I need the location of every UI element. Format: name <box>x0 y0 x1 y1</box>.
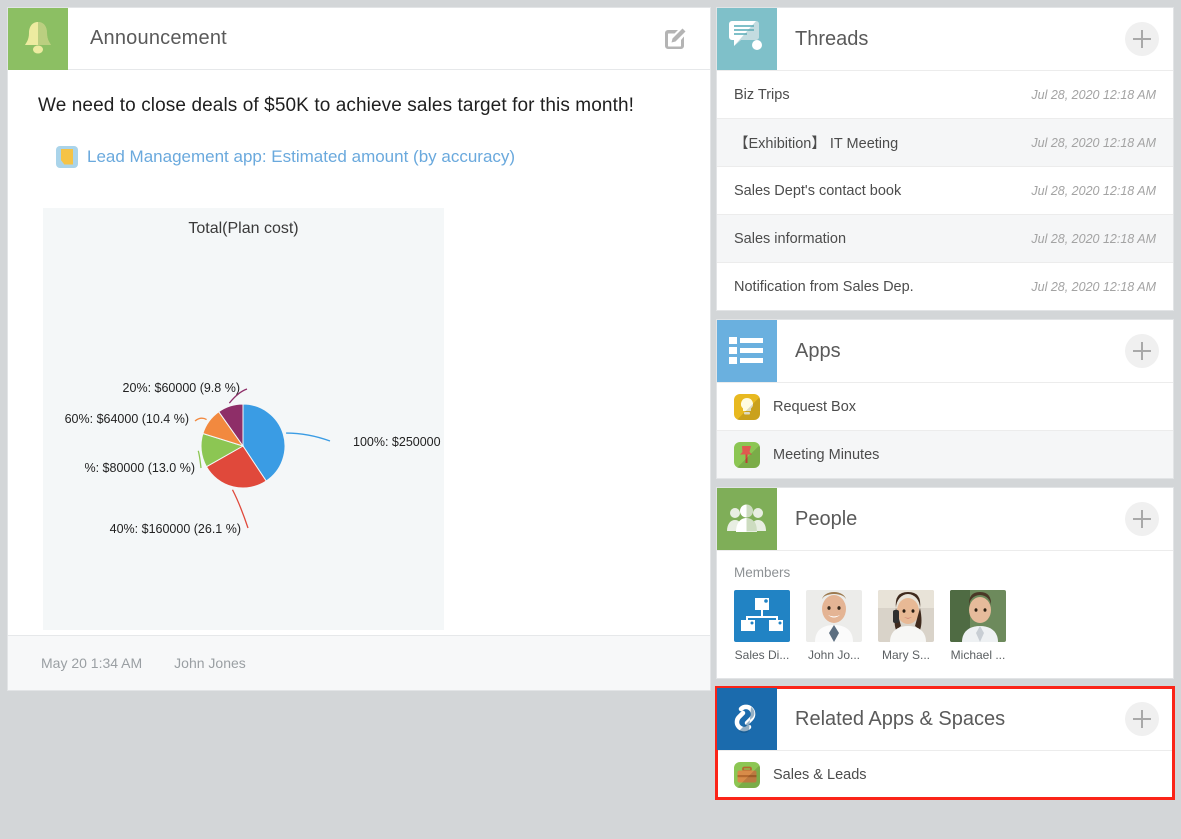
app-label: Meeting Minutes <box>773 446 880 463</box>
related-app-label: Sales & Leads <box>773 766 867 783</box>
app-row[interactable]: Meeting Minutes <box>717 430 1173 478</box>
document-icon <box>56 145 78 168</box>
announcement-message: We need to close deals of $50K to achiev… <box>38 95 634 116</box>
lightbulb-icon <box>734 393 760 420</box>
member-item[interactable]: John Jo... <box>806 590 862 662</box>
thread-label: Notification from Sales Dep. <box>734 278 914 295</box>
member-name: Sales Di... <box>734 648 790 662</box>
thread-label: 【Exhibition】 IT Meeting <box>734 136 899 152</box>
related-app-row[interactable]: Sales & Leads <box>717 750 1173 798</box>
app-row[interactable]: Request Box <box>717 382 1173 430</box>
announcement-panel: Announcement We need to close deals of $… <box>8 7 710 690</box>
list-icon <box>717 320 777 382</box>
add-app-button[interactable] <box>1125 334 1159 368</box>
avatar <box>806 590 862 642</box>
edit-pencil-icon[interactable] <box>662 26 688 52</box>
related-title: Related Apps & Spaces <box>795 707 1006 730</box>
pie-slice-label: 60%: $64000 (10.4 %) <box>65 412 189 426</box>
thread-label: Sales Dept's contact book <box>734 182 902 199</box>
pie-slice-label: 20%: $60000 (9.8 %) <box>123 381 240 395</box>
apps-list: Request Box Meeting Minutes <box>717 382 1173 478</box>
threads-panel: Threads Biz Trips Jul 28, 2020 12:18 AM 【E… <box>717 8 1173 310</box>
apps-header: Apps <box>717 320 1173 382</box>
thread-label: Biz Trips <box>734 86 790 103</box>
thread-date: Jul 28, 2020 12:18 AM <box>1031 87 1156 102</box>
space-page: Announcement We need to close deals of $… <box>0 0 1181 839</box>
pie-leader-line <box>197 450 202 469</box>
link-chain-icon <box>717 688 777 750</box>
threads-list: Biz Trips Jul 28, 2020 12:18 AM 【Exhibitio… <box>717 70 1173 310</box>
thread-date: Jul 28, 2020 12:18 AM <box>1031 183 1156 198</box>
announcement-body: We need to close deals of $50K to achiev… <box>8 70 710 168</box>
apps-panel: Apps Request Box Meeting Minutes <box>717 320 1173 478</box>
people-icon <box>717 488 777 550</box>
people-panel: People Members Sales Di... John Jo... Mary… <box>717 488 1173 678</box>
pie-slice-label: 40%: $160000 (26.1 %) <box>110 522 241 536</box>
member-item[interactable]: Sales Di... <box>734 590 790 662</box>
members-label: Members <box>734 565 791 580</box>
member-name: Mary S... <box>881 648 930 662</box>
pushpin-icon <box>734 441 760 468</box>
thread-row[interactable]: Notification from Sales Dep. Jul 28, 2020… <box>717 262 1173 310</box>
right-sidebar: Threads Biz Trips Jul 28, 2020 12:18 AM 【E… <box>715 8 1175 808</box>
member-item[interactable]: Michael ... <box>950 590 1006 662</box>
avatar <box>734 590 790 642</box>
thread-row[interactable]: Biz Trips Jul 28, 2020 12:18 AM <box>717 70 1173 118</box>
thread-date: Jul 28, 2020 12:18 AM <box>1031 135 1156 150</box>
chart-canvas: 100%: $250000 (40.7 40%: $160000 (26.1 %)… <box>65 381 444 536</box>
pie-slice-label: %: $80000 (13.0 %) <box>85 461 196 475</box>
thread-date: Jul 28, 2020 12:18 AM <box>1031 279 1156 294</box>
thread-date: Jul 28, 2020 12:18 AM <box>1031 231 1156 246</box>
add-related-button[interactable] <box>1125 702 1159 736</box>
member-item[interactable]: Mary S... <box>878 590 934 662</box>
related-apps-spaces-panel: Related Apps & Spaces Sales & Leads <box>715 686 1175 800</box>
pie-leader-line <box>194 417 207 422</box>
related-list: Sales & Leads <box>717 750 1173 798</box>
page-title: Announcement <box>90 27 227 49</box>
thread-row[interactable]: Sales Dept's contact book Jul 28, 2020 12… <box>717 166 1173 214</box>
announcement-link-row: Lead Management app: Estimated amount (b… <box>56 145 680 168</box>
announcement-timestamp: May 20 1:34 AM <box>41 655 143 671</box>
pie-leader-line <box>286 432 331 442</box>
lead-management-link[interactable]: Lead Management app: Estimated amount (b… <box>87 147 515 167</box>
apps-title: Apps <box>795 339 841 362</box>
people-title: People <box>795 507 858 530</box>
thread-row[interactable]: Sales information Jul 28, 2020 12:18 AM <box>717 214 1173 262</box>
avatar <box>950 590 1006 642</box>
member-name: Michael ... <box>950 648 1006 662</box>
announcement-footer: May 20 1:34 AM John Jones <box>8 635 710 690</box>
thread-row[interactable]: 【Exhibition】 IT Meeting Jul 28, 2020 12:1… <box>717 118 1173 166</box>
thread-label: Sales information <box>734 230 847 247</box>
threads-header: Threads <box>717 8 1173 70</box>
pie-chart: Total(Plan cost) 100%: $250000 (40.740%:… <box>43 208 444 630</box>
threads-title: Threads <box>795 27 869 50</box>
people-body: Members Sales Di... John Jo... Mary S... Mi… <box>717 550 1173 678</box>
avatar <box>878 590 934 642</box>
bell-icon <box>8 7 68 70</box>
announcement-author: John Jones <box>174 655 246 671</box>
members-list: Sales Di... John Jo... Mary S... Michael ..… <box>734 590 1156 662</box>
briefcase-icon <box>734 761 760 788</box>
add-person-button[interactable] <box>1125 502 1159 536</box>
people-header: People <box>717 488 1173 550</box>
add-thread-button[interactable] <box>1125 22 1159 56</box>
announcement-header: Announcement <box>8 7 710 70</box>
chat-bubbles-icon <box>717 8 777 70</box>
member-name: John Jo... <box>807 648 861 662</box>
app-label: Request Box <box>773 398 857 415</box>
pie-slice-label: 100%: $250000 (40.7 <box>353 435 444 449</box>
related-header: Related Apps & Spaces <box>717 688 1173 750</box>
